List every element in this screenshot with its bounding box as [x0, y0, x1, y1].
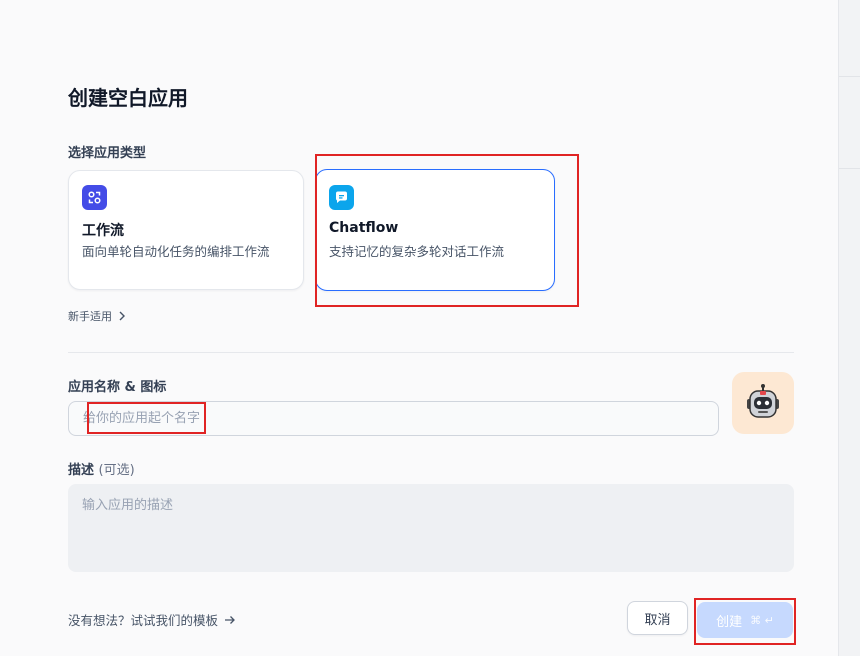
name-icon-label: 应用名称 & 图标	[68, 380, 167, 395]
beginner-label: 新手适用	[68, 310, 112, 323]
create-button[interactable]: 创建 ⌘ ↵	[697, 602, 793, 638]
shortcut-hint: ⌘ ↵	[750, 613, 774, 627]
arrow-right-icon	[225, 615, 235, 624]
app-type-name: Chatflow	[329, 220, 399, 236]
app-type-description: 面向单轮自动化任务的编排工作流	[82, 244, 270, 259]
app-icon-picker[interactable]	[732, 372, 794, 434]
template-link-label: 没有想法？试试我们的模板	[68, 613, 219, 628]
dialog-title: 创建空白应用	[68, 86, 188, 110]
app-type-name: 工作流	[82, 223, 124, 239]
panel-divider	[839, 76, 860, 77]
app-type-label: 选择应用类型	[68, 146, 147, 161]
description-textarea[interactable]	[68, 484, 794, 572]
chat-bubble-icon	[329, 185, 354, 210]
beginner-toggle[interactable]: 新手适用	[68, 308, 126, 324]
app-type-workflow-card[interactable]: 工作流 面向单轮自动化任务的编排工作流	[68, 170, 304, 290]
optional-hint: (可选)	[98, 463, 135, 478]
template-link[interactable]: 没有想法？试试我们的模板	[68, 610, 236, 629]
cancel-button[interactable]: 取消	[627, 601, 688, 635]
app-name-input[interactable]	[68, 401, 719, 436]
description-label-text: 描述	[68, 463, 95, 478]
app-type-chatflow-card[interactable]: Chatflow 支持记忆的复杂多轮对话工作流	[315, 169, 555, 291]
panel-divider	[839, 168, 860, 169]
robot-icon	[747, 384, 779, 418]
description-label: 描述 (可选)	[68, 459, 135, 478]
section-divider	[68, 352, 794, 353]
background-panel	[838, 0, 860, 656]
create-button-label: 创建	[716, 614, 743, 630]
app-type-description: 支持记忆的复杂多轮对话工作流	[329, 244, 505, 259]
workflow-icon	[82, 185, 107, 210]
chevron-right-icon	[119, 311, 125, 321]
